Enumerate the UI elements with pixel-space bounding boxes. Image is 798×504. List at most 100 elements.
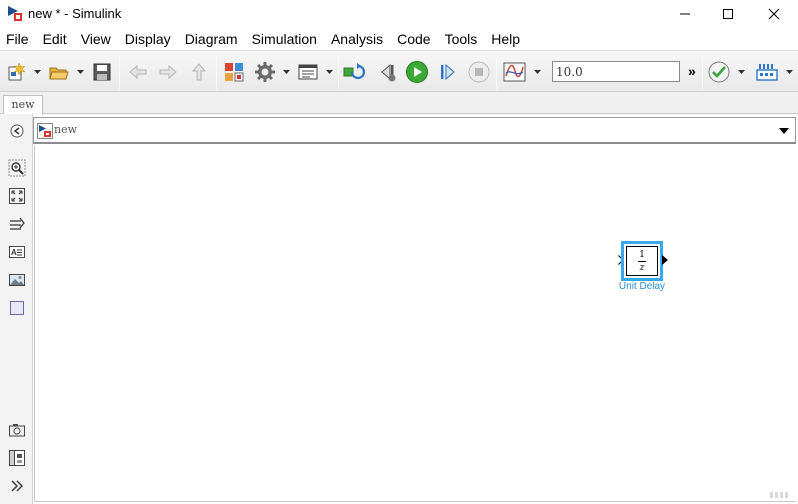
menu-display[interactable]: Display xyxy=(118,28,178,50)
hide-browser-icon xyxy=(10,124,24,138)
library-browser-button[interactable] xyxy=(221,59,247,85)
forward-icon xyxy=(159,64,177,80)
scope-icon xyxy=(503,62,526,82)
forward-button[interactable] xyxy=(155,59,181,85)
chevron-down-icon[interactable] xyxy=(779,127,789,135)
menu-diagram[interactable]: Diagram xyxy=(178,28,245,50)
menu-simulation[interactable]: Simulation xyxy=(245,28,324,50)
menu-file[interactable]: File xyxy=(0,28,36,50)
block-icon: 1 z xyxy=(626,246,658,276)
model-tab-strip: new xyxy=(0,92,798,115)
maximize-icon xyxy=(723,9,733,19)
open-button[interactable] xyxy=(46,59,72,85)
back-icon xyxy=(129,64,147,80)
model-canvas[interactable]: 1 z Unit Delay xyxy=(34,146,796,502)
menu-edit[interactable]: Edit xyxy=(36,28,74,50)
up-icon xyxy=(191,63,207,81)
toolbar-separator xyxy=(496,55,497,89)
toolbar-overflow-button[interactable]: » xyxy=(688,63,696,79)
minimize-icon xyxy=(680,13,690,15)
fraction-line xyxy=(638,260,646,262)
left-palette: A xyxy=(0,114,33,504)
fit-view-button[interactable] xyxy=(7,186,27,206)
stop-button[interactable] xyxy=(466,59,492,85)
close-button[interactable] xyxy=(751,0,797,28)
model-browser-icon xyxy=(9,450,25,466)
image-button[interactable] xyxy=(7,270,27,290)
build-button[interactable] xyxy=(754,59,780,85)
block-numerator: 1 xyxy=(639,249,645,260)
scope-dropdown-icon[interactable] xyxy=(533,67,542,76)
run-button[interactable] xyxy=(404,59,430,85)
step-forward-button[interactable] xyxy=(435,59,461,85)
toolbar-separator xyxy=(119,55,120,89)
fit-view-icon xyxy=(9,188,25,204)
update-diagram-button[interactable] xyxy=(342,59,368,85)
area-icon xyxy=(10,301,24,315)
expand-palette-button[interactable] xyxy=(7,476,27,496)
model-icon xyxy=(37,123,53,139)
toolbar-separator xyxy=(216,55,217,89)
menu-help[interactable]: Help xyxy=(484,28,527,50)
step-forward-icon xyxy=(441,63,455,81)
stop-time-input[interactable] xyxy=(552,61,680,82)
menu-analysis[interactable]: Analysis xyxy=(324,28,390,50)
title-bar: new * - Simulink xyxy=(0,0,798,28)
area-button[interactable] xyxy=(7,298,27,318)
model-browser-button[interactable] xyxy=(7,448,27,468)
library-browser-icon xyxy=(225,63,244,82)
model-advisor-icon xyxy=(708,61,730,83)
new-model-icon xyxy=(8,62,26,81)
maximize-button[interactable] xyxy=(705,0,751,28)
open-dropdown-icon[interactable] xyxy=(76,67,85,76)
run-icon xyxy=(406,61,428,83)
model-explorer-button[interactable] xyxy=(295,59,321,85)
route-lines-button[interactable] xyxy=(7,214,27,234)
model-config-icon xyxy=(255,62,275,82)
screenshot-icon xyxy=(9,424,25,437)
model-address-bar[interactable]: new xyxy=(33,117,796,144)
step-back-button[interactable] xyxy=(374,59,400,85)
menu-bar: File Edit View Display Diagram Simulatio… xyxy=(0,28,798,50)
build-dropdown-icon[interactable] xyxy=(785,67,794,76)
back-button[interactable] xyxy=(125,59,151,85)
svg-text:A: A xyxy=(11,248,17,257)
menu-tools[interactable]: Tools xyxy=(438,28,485,50)
save-button[interactable] xyxy=(89,59,115,85)
model-advisor-button[interactable] xyxy=(706,59,732,85)
menu-view[interactable]: View xyxy=(74,28,118,50)
annotation-icon: A xyxy=(9,246,25,258)
stop-icon xyxy=(468,61,490,83)
zoom-button[interactable] xyxy=(7,158,27,178)
build-icon xyxy=(756,64,778,81)
block-label[interactable]: Unit Delay xyxy=(609,281,675,292)
expand-icon xyxy=(11,480,23,492)
model-config-dropdown-icon[interactable] xyxy=(282,67,291,76)
model-path[interactable]: new xyxy=(54,123,77,136)
resize-grip-icon[interactable] xyxy=(770,492,792,498)
model-explorer-dropdown-icon[interactable] xyxy=(325,67,334,76)
annotation-button[interactable]: A xyxy=(7,242,27,262)
simulink-app-icon xyxy=(8,6,22,21)
tab-new[interactable]: new xyxy=(3,95,43,115)
window-title: new * - Simulink xyxy=(28,6,122,21)
new-model-dropdown-icon[interactable] xyxy=(33,67,42,76)
menu-code[interactable]: Code xyxy=(390,28,437,50)
scope-button[interactable] xyxy=(502,59,528,85)
model-advisor-dropdown-icon[interactable] xyxy=(737,67,746,76)
minimize-button[interactable] xyxy=(662,0,708,28)
output-port-icon[interactable] xyxy=(662,255,668,265)
zoom-icon xyxy=(8,159,26,177)
model-config-button[interactable] xyxy=(252,59,278,85)
new-model-button[interactable] xyxy=(4,59,30,85)
save-icon xyxy=(93,63,111,81)
hide-browser-button[interactable] xyxy=(7,121,27,141)
block-denominator: z xyxy=(639,262,645,273)
screenshot-button[interactable] xyxy=(7,420,27,440)
unit-delay-block[interactable]: 1 z xyxy=(621,241,663,281)
route-lines-icon xyxy=(10,217,25,230)
toolbar-separator xyxy=(338,55,339,89)
update-diagram-icon xyxy=(343,63,366,80)
up-button[interactable] xyxy=(186,59,212,85)
step-back-icon xyxy=(381,63,396,82)
